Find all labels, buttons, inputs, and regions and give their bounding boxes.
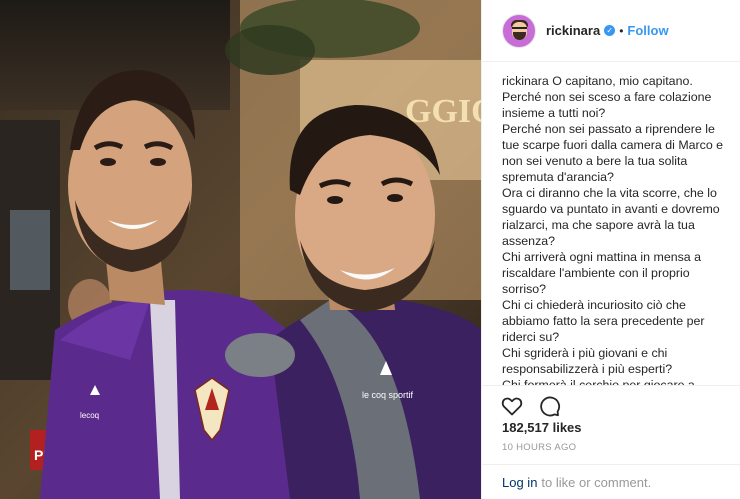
caption-line-0: rickinara O capitano, mio capitano. xyxy=(502,73,732,89)
post-header: rickinara ✓ • Follow xyxy=(482,0,740,62)
shirt-brand-left: lecoq xyxy=(80,411,99,420)
shirt-brand-right: le coq sportif xyxy=(362,390,414,400)
comment-icon[interactable] xyxy=(537,394,561,418)
caption-line-4: Chi arriverà ogni mattina in mensa a ris… xyxy=(502,250,702,296)
caption-line-3: Ora ci diranno che la vita scorre, che l… xyxy=(502,186,720,248)
post-side-panel: rickinara ✓ • Follow rickinara O capitan… xyxy=(481,0,740,499)
caption-text: O capitano, mio capitano. xyxy=(552,74,693,88)
avatar-glasses xyxy=(512,26,527,31)
caption-username[interactable]: rickinara xyxy=(502,74,549,88)
verified-badge-icon: ✓ xyxy=(604,25,616,36)
username-link[interactable]: rickinara xyxy=(546,23,600,38)
caption-line-2: Perché non sei passato a riprendere le t… xyxy=(502,122,724,184)
follow-button[interactable]: Follow xyxy=(627,23,668,38)
post-photo[interactable]: GGIO PI lecoq xyxy=(0,0,481,499)
caption-line-7: Chi formerà il cerchio per giocare a "ba… xyxy=(502,378,695,385)
login-prompt-text: to like or comment. xyxy=(541,474,652,490)
photo-illustration: GGIO PI lecoq xyxy=(0,0,481,499)
heart-icon[interactable] xyxy=(500,394,524,418)
post-timestamp[interactable]: 10 HOURS AGO xyxy=(502,442,576,453)
caption-line-5: Chi ci chiederà incuriosito ciò che abbi… xyxy=(502,298,705,344)
caption-line-6: Chi sgriderà i più giovani e chi respons… xyxy=(502,346,673,376)
action-icons xyxy=(500,394,561,418)
caption-line-1: Perché non sei sceso a fare colazione in… xyxy=(502,90,712,120)
comment-login-bar: Log in to like or comment. xyxy=(482,464,740,499)
sign-text: GGIO xyxy=(405,93,481,130)
likes-count[interactable]: 182,517 likes xyxy=(502,420,582,435)
header-separator: • xyxy=(619,23,624,38)
login-link[interactable]: Log in xyxy=(502,475,537,490)
avatar[interactable] xyxy=(502,13,536,48)
post-caption: rickinara O capitano, mio capitano. Perc… xyxy=(502,73,732,385)
